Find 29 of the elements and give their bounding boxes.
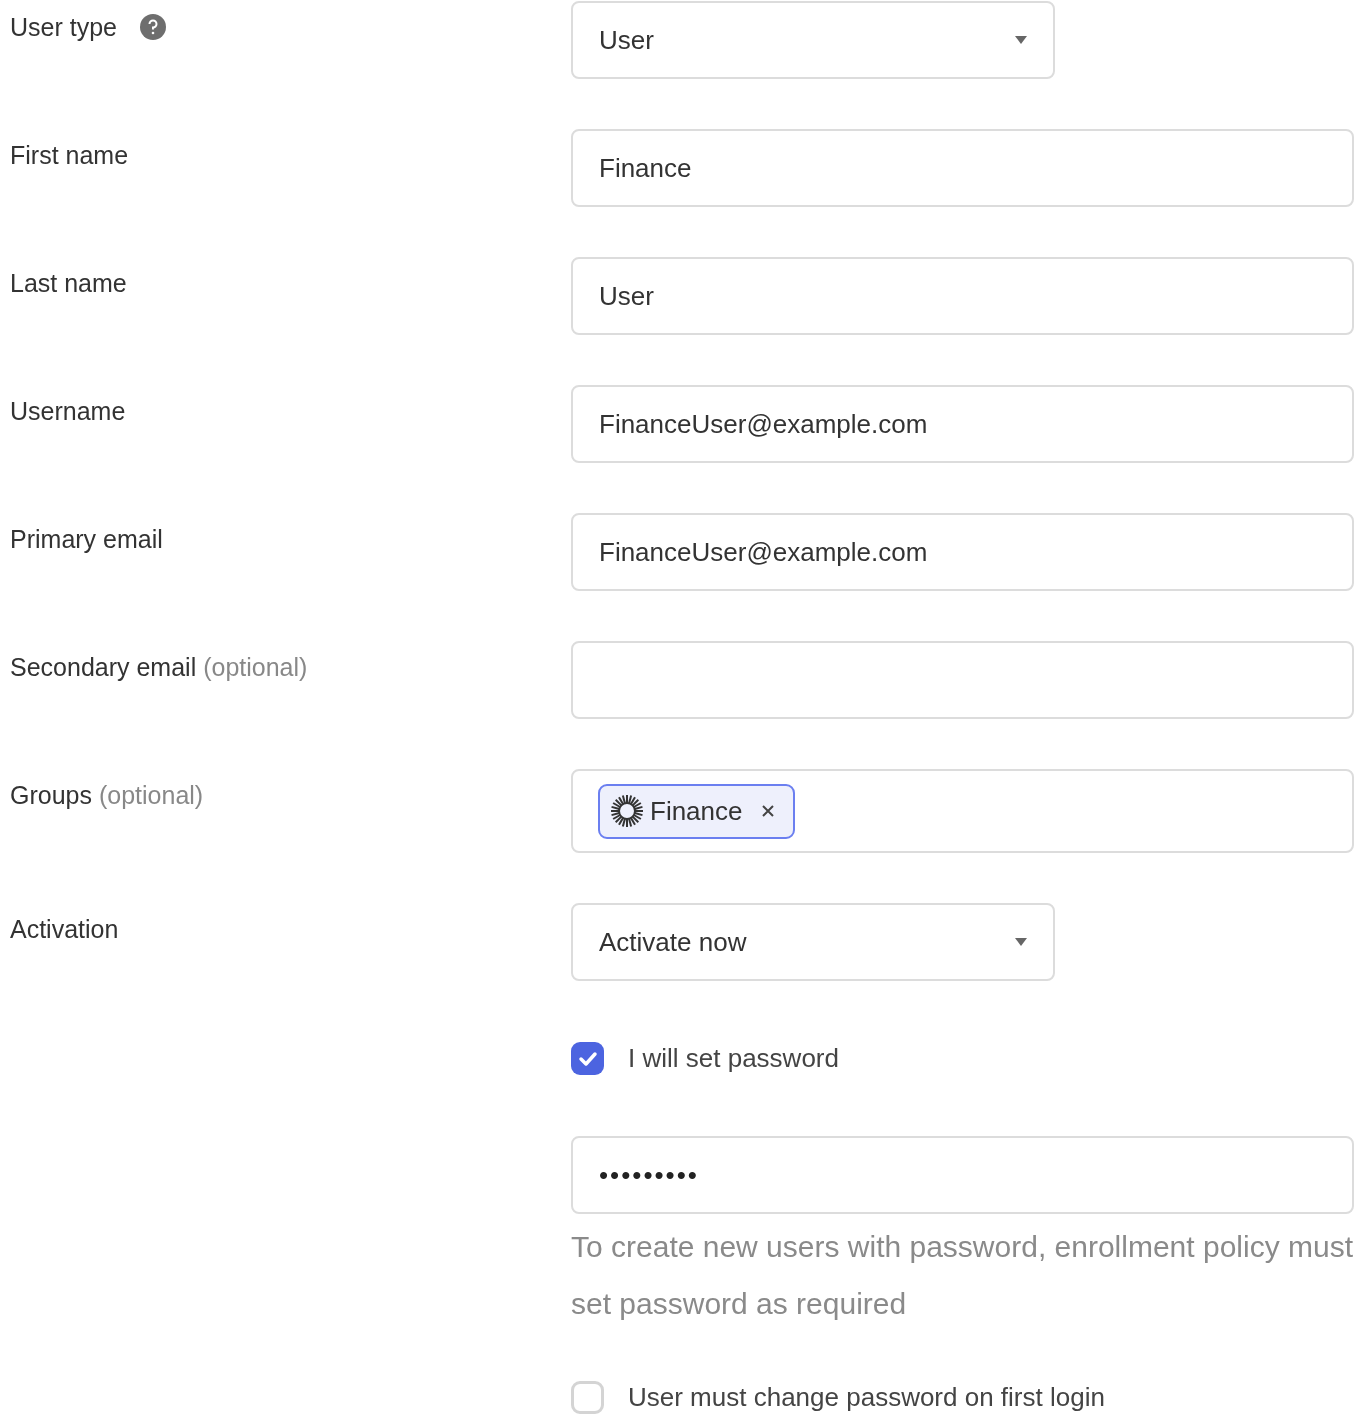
caret-icon — [1015, 938, 1027, 946]
help-icon[interactable] — [139, 13, 167, 41]
sunburst-icon — [610, 794, 644, 828]
text-field[interactable]: FinanceUser@example.com — [571, 513, 1354, 591]
field-label: Secondary email (optional) — [10, 652, 308, 683]
field-label: Username — [10, 396, 126, 427]
password-field[interactable]: ••••••••• — [571, 1136, 1354, 1214]
select-field[interactable]: User — [571, 1, 1055, 79]
field-label: Activation — [10, 914, 119, 945]
checkbox[interactable] — [571, 1381, 604, 1414]
caret-icon — [1015, 36, 1027, 44]
text-field[interactable]: FinanceUser@example.com — [571, 385, 1354, 463]
field-label: First name — [10, 140, 129, 171]
text-field[interactable] — [571, 641, 1354, 719]
select-field[interactable]: Activate now — [571, 903, 1055, 981]
checkbox-label: I will set password — [628, 1042, 839, 1075]
password-note: To create new users with password, enrollment policy must set password as required — [571, 1229, 1354, 1322]
field-label: Last name — [10, 268, 127, 299]
text-field[interactable]: Finance — [571, 129, 1354, 207]
checkmark-icon — [577, 1050, 598, 1067]
tag-label: Finance — [650, 794, 743, 828]
groups-field[interactable]: Finance — [571, 769, 1354, 853]
field-label: Groups (optional) — [10, 780, 204, 811]
field-label: Primary email — [10, 524, 163, 555]
field-label: User type — [10, 12, 117, 43]
checkbox[interactable] — [571, 1042, 604, 1075]
remove-icon[interactable] — [760, 804, 775, 818]
checkbox-label: User must change password on first login — [628, 1381, 1105, 1414]
text-field[interactable]: User — [571, 257, 1354, 335]
